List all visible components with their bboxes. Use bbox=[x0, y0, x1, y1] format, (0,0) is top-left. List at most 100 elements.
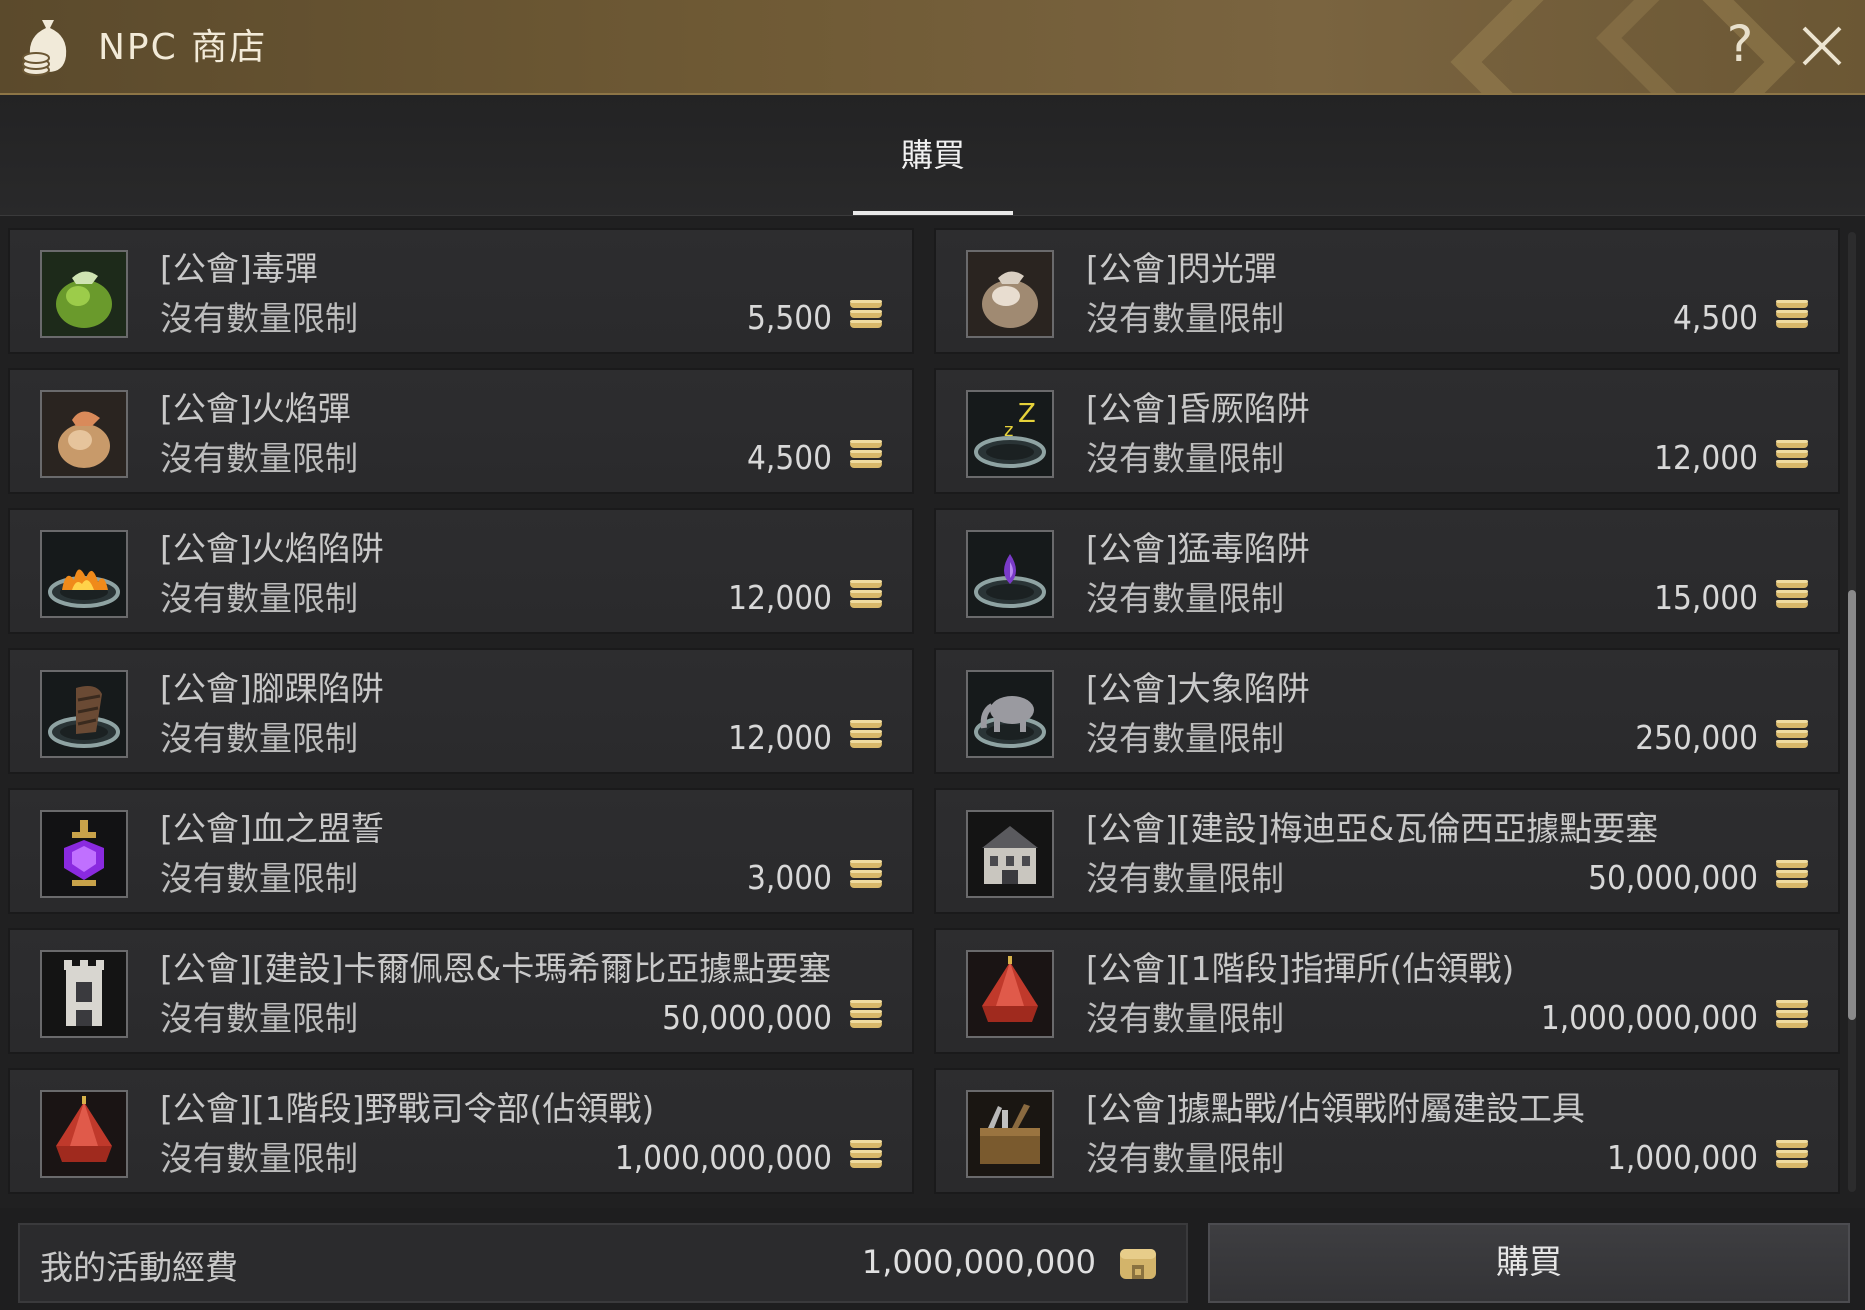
item-quantity-limit: 沒有數量限制 bbox=[1086, 439, 1284, 478]
item-name: [公會]火焰彈 bbox=[160, 389, 351, 428]
item-name: [公會]據點戰/佔領戰附屬建設工具 bbox=[1086, 1089, 1585, 1128]
item-price: 250,000 bbox=[1635, 718, 1758, 757]
stun-trap-icon: Zz bbox=[966, 390, 1054, 478]
coin-stack-icon bbox=[850, 1140, 882, 1168]
shop-item[interactable]: [公會]閃光彈 沒有數量限制 4,500 bbox=[934, 228, 1840, 354]
shop-item[interactable]: [公會][建設]梅迪亞&瓦倫西亞據點要塞 沒有數量限制 50,000,000 bbox=[934, 788, 1840, 914]
red-tent-icon bbox=[40, 1090, 128, 1178]
coin-stack-icon bbox=[1776, 720, 1808, 748]
item-price: 4,500 bbox=[747, 438, 832, 477]
active-tab-indicator bbox=[853, 211, 1013, 215]
shop-item[interactable]: [公會][建設]卡爾佩恩&卡瑪希爾比亞據點要塞 沒有數量限制 50,000,000 bbox=[8, 928, 914, 1054]
item-quantity-limit: 沒有數量限制 bbox=[1086, 579, 1284, 618]
item-price: 3,000 bbox=[747, 858, 832, 897]
item-quantity-limit: 沒有數量限制 bbox=[1086, 859, 1284, 898]
activity-funds-panel: 我的活動經費 1,000,000,000 bbox=[18, 1223, 1188, 1303]
item-price: 12,000 bbox=[728, 578, 832, 617]
item-name: [公會][建設]卡爾佩恩&卡瑪希爾比亞據點要塞 bbox=[160, 949, 832, 988]
elephant-trap-icon bbox=[966, 670, 1054, 758]
tab-buy[interactable]: 購買 bbox=[853, 130, 1013, 210]
npc-shop-window: NPC 商店 ? 購買 [公會]毒彈 沒有數量限制 5,500 [公會]閃光彈 沒有數量… bbox=[0, 0, 1865, 1310]
shop-item[interactable]: [公會]猛毒陷阱 沒有數量限制 15,000 bbox=[934, 508, 1840, 634]
fortress-tower-icon bbox=[40, 950, 128, 1038]
item-name: [公會]血之盟誓 bbox=[160, 809, 384, 848]
item-price: 4,500 bbox=[1673, 298, 1758, 337]
item-quantity-limit: 沒有數量限制 bbox=[1086, 299, 1284, 338]
coin-stack-icon bbox=[850, 720, 882, 748]
title-bar: NPC 商店 ? bbox=[0, 0, 1865, 95]
white-pouch-icon bbox=[966, 250, 1054, 338]
coin-stack-icon bbox=[1776, 1000, 1808, 1028]
item-price: 1,000,000,000 bbox=[614, 1138, 832, 1177]
funds-label: 我的活動經費 bbox=[40, 1248, 238, 1287]
tan-pouch-icon bbox=[40, 390, 128, 478]
funds-value: 1,000,000,000 bbox=[861, 1243, 1096, 1281]
guild-funds-icon bbox=[1120, 1249, 1156, 1279]
item-price: 1,000,000 bbox=[1606, 1138, 1758, 1177]
green-pouch-icon bbox=[40, 250, 128, 338]
window-title: NPC 商店 bbox=[98, 27, 268, 68]
item-name: [公會]猛毒陷阱 bbox=[1086, 529, 1310, 568]
item-list[interactable]: [公會]毒彈 沒有數量限制 5,500 [公會]閃光彈 沒有數量限制 4,500 [公會]火… bbox=[0, 222, 1840, 1202]
red-tent-icon bbox=[966, 950, 1054, 1038]
item-name: [公會]昏厥陷阱 bbox=[1086, 389, 1310, 428]
toolbox-icon bbox=[966, 1090, 1054, 1178]
item-price: 1,000,000,000 bbox=[1540, 998, 1758, 1037]
fortress-icon bbox=[966, 810, 1054, 898]
help-button[interactable]: ? bbox=[1718, 12, 1762, 76]
item-quantity-limit: 沒有數量限制 bbox=[1086, 999, 1284, 1038]
item-name: [公會]毒彈 bbox=[160, 249, 318, 288]
tab-bar: 購買 bbox=[0, 95, 1865, 216]
item-price: 12,000 bbox=[1654, 438, 1758, 477]
item-quantity-limit: 沒有數量限制 bbox=[160, 439, 358, 478]
coin-stack-icon bbox=[850, 860, 882, 888]
poison-trap-icon bbox=[966, 530, 1054, 618]
item-quantity-limit: 沒有數量限制 bbox=[1086, 719, 1284, 758]
shop-item[interactable]: [公會]火焰彈 沒有數量限制 4,500 bbox=[8, 368, 914, 494]
coin-stack-icon bbox=[1776, 1140, 1808, 1168]
item-name: [公會][1階段]野戰司令部(佔領戰) bbox=[160, 1089, 655, 1128]
shop-item[interactable]: [公會]據點戰/佔領戰附屬建設工具 沒有數量限制 1,000,000 bbox=[934, 1068, 1840, 1194]
shop-item[interactable]: [公會]腳踝陷阱 沒有數量限制 12,000 bbox=[8, 648, 914, 774]
coin-stack-icon bbox=[1776, 440, 1808, 468]
item-name: [公會]閃光彈 bbox=[1086, 249, 1277, 288]
item-name: [公會]火焰陷阱 bbox=[160, 529, 384, 568]
item-name: [公會][建設]梅迪亞&瓦倫西亞據點要塞 bbox=[1086, 809, 1659, 848]
shop-item[interactable]: [公會]血之盟誓 沒有數量限制 3,000 bbox=[8, 788, 914, 914]
coin-stack-icon bbox=[850, 1000, 882, 1028]
purple-potion-icon bbox=[40, 810, 128, 898]
coin-stack-icon bbox=[850, 300, 882, 328]
item-price: 12,000 bbox=[728, 718, 832, 757]
svg-text:Z: Z bbox=[1018, 399, 1036, 429]
item-quantity-limit: 沒有數量限制 bbox=[160, 999, 358, 1038]
item-quantity-limit: 沒有數量限制 bbox=[160, 719, 358, 758]
shop-item[interactable]: [公會][1階段]野戰司令部(佔領戰) 沒有數量限制 1,000,000,000 bbox=[8, 1068, 914, 1194]
fire-trap-icon bbox=[40, 530, 128, 618]
shop-item[interactable]: Zz [公會]昏厥陷阱 沒有數量限制 12,000 bbox=[934, 368, 1840, 494]
coin-stack-icon bbox=[850, 440, 882, 468]
scrollbar-thumb[interactable] bbox=[1848, 590, 1856, 1020]
item-quantity-limit: 沒有數量限制 bbox=[160, 1139, 358, 1178]
coin-stack-icon bbox=[850, 580, 882, 608]
ankle-trap-icon bbox=[40, 670, 128, 758]
money-bag-icon bbox=[22, 20, 67, 76]
item-name: [公會]大象陷阱 bbox=[1086, 669, 1310, 708]
item-price: 15,000 bbox=[1654, 578, 1758, 617]
item-name: [公會][1階段]指揮所(佔領戰) bbox=[1086, 949, 1515, 988]
item-price: 5,500 bbox=[747, 298, 832, 337]
coin-stack-icon bbox=[1776, 860, 1808, 888]
item-price: 50,000,000 bbox=[1588, 858, 1758, 897]
item-quantity-limit: 沒有數量限制 bbox=[160, 299, 358, 338]
close-icon[interactable] bbox=[1794, 18, 1850, 74]
item-quantity-limit: 沒有數量限制 bbox=[1086, 1139, 1284, 1178]
buy-button[interactable]: 購買 bbox=[1208, 1223, 1850, 1303]
footer: 我的活動經費 1,000,000,000 購買 bbox=[0, 1208, 1865, 1310]
item-price: 50,000,000 bbox=[662, 998, 832, 1037]
shop-item[interactable]: [公會]火焰陷阱 沒有數量限制 12,000 bbox=[8, 508, 914, 634]
item-quantity-limit: 沒有數量限制 bbox=[160, 579, 358, 618]
shop-item[interactable]: [公會]毒彈沒有數量限制 5,500 bbox=[8, 228, 914, 354]
item-quantity-limit: 沒有數量限制 bbox=[160, 859, 358, 898]
shop-item[interactable]: [公會]大象陷阱 沒有數量限制 250,000 bbox=[934, 648, 1840, 774]
shop-item[interactable]: [公會][1階段]指揮所(佔領戰) 沒有數量限制 1,000,000,000 bbox=[934, 928, 1840, 1054]
coin-stack-icon bbox=[1776, 300, 1808, 328]
